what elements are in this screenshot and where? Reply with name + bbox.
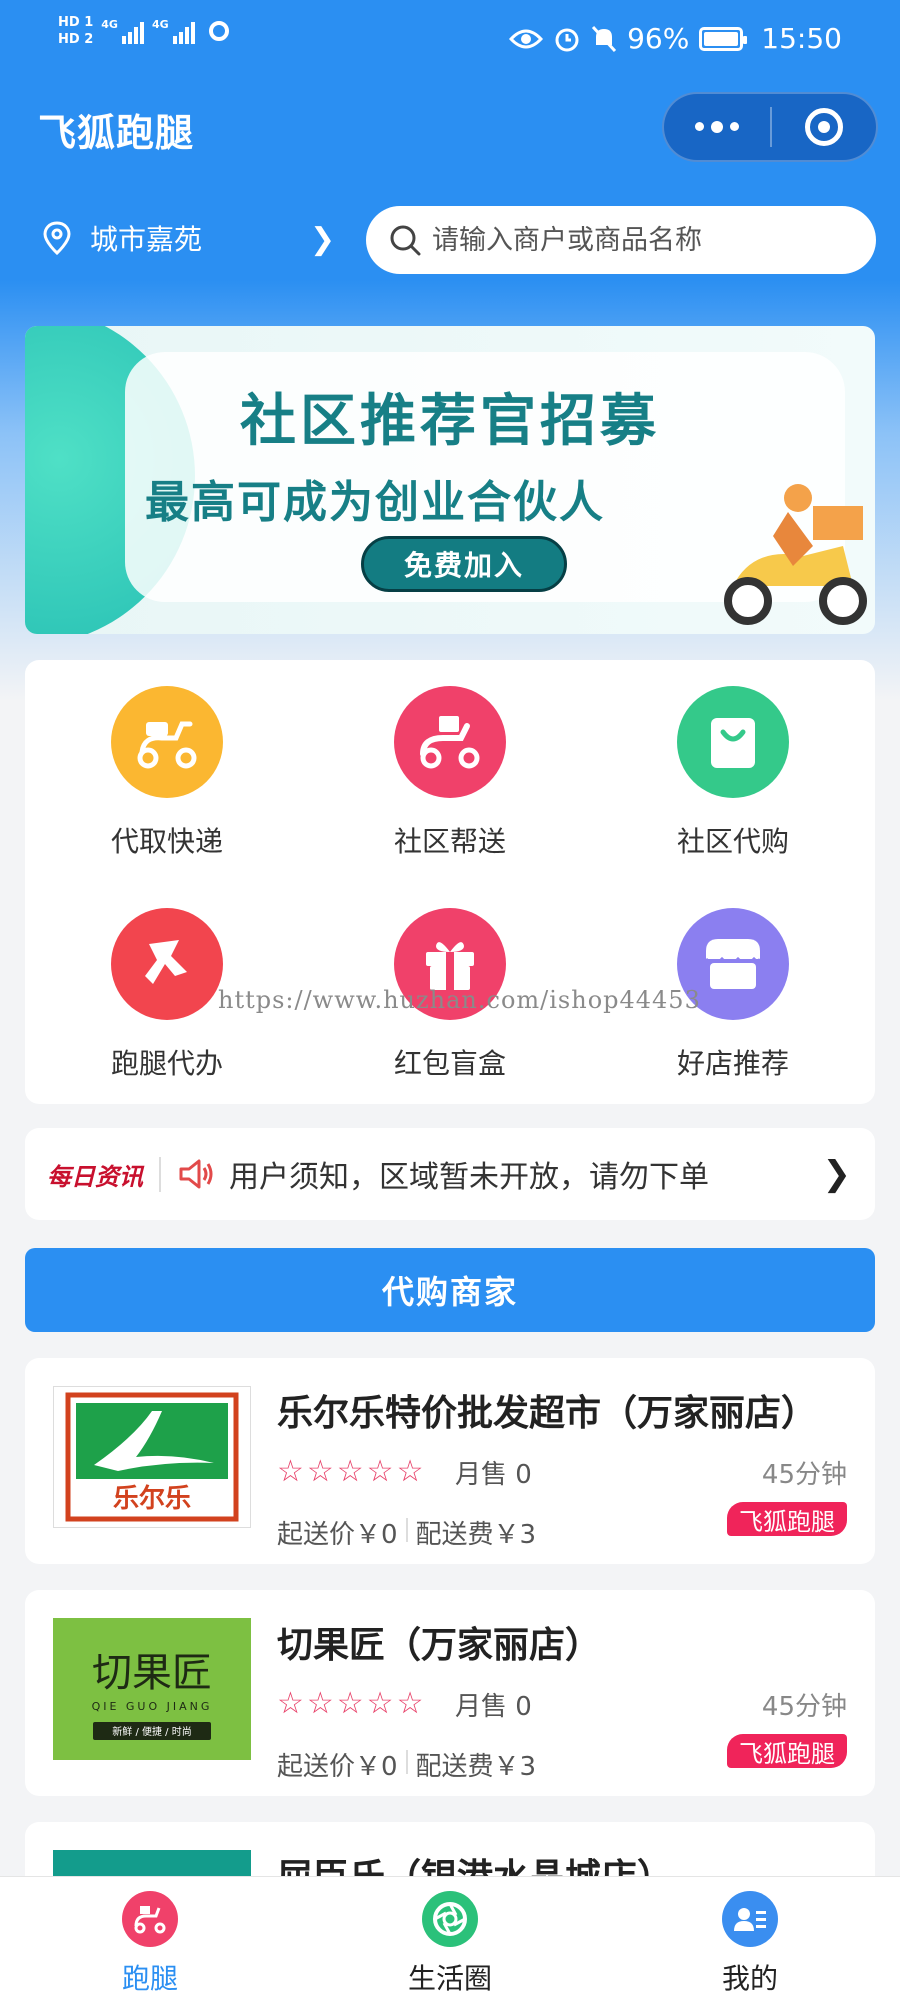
app-title: 飞狐跑腿 — [38, 111, 195, 155]
hd2-label: HD 2 — [58, 32, 94, 47]
delivery-time: 45分钟 — [761, 1460, 847, 1490]
merchant-logo: 乐尔乐 — [53, 1386, 251, 1528]
shopping-bag-icon — [677, 686, 789, 798]
divider — [405, 1518, 408, 1542]
tab-label: 生活圈 — [407, 1962, 492, 1995]
aperture-icon — [422, 1891, 478, 1947]
service-item-community-purchase[interactable]: 社区代购 — [591, 660, 875, 860]
status-bar: HD 1 HD 2 4G 4G 96% 15:50 — [0, 0, 900, 80]
service-item-errand[interactable]: 跑腿代办 — [25, 882, 309, 1082]
delivery-fee: 配送费￥3 — [415, 1752, 537, 1782]
watermark-text: https://www.huzhan.com/ishop44453 — [218, 986, 701, 1014]
service-item-express-pickup[interactable]: 代取快递 — [25, 660, 309, 860]
service-item-blind-box[interactable]: 红包盲盒 — [308, 882, 592, 1082]
tab-errand[interactable]: 跑腿 — [50, 1891, 250, 1997]
banner-title: 社区推荐官招募 — [240, 389, 660, 454]
delivery-time: 45分钟 — [761, 1692, 847, 1722]
merchant-logo: 切果匠 QIE GUO JIANG 新鲜 / 便捷 / 时尚 — [53, 1618, 251, 1760]
logo-subtitle: QIE GUO JIANG — [92, 1700, 213, 1713]
monthly-sales: 月售 0 — [455, 1460, 532, 1490]
data-saver-icon — [208, 21, 229, 41]
errand-tab-icon — [122, 1891, 178, 1947]
signal-icon-2: 4G — [152, 18, 195, 44]
banner-join-button[interactable]: 免费加入 — [361, 536, 567, 592]
tab-label: 我的 — [721, 1962, 778, 1995]
merchant-fees: 起送价￥0 配送费￥3 — [277, 1746, 536, 1783]
tab-label: 跑腿 — [121, 1962, 178, 1995]
miniprogram-capsule — [662, 92, 878, 162]
battery-icon — [699, 26, 748, 51]
star-rating-icon: ☆☆☆☆☆ — [277, 1454, 427, 1489]
close-miniprogram-icon[interactable] — [772, 108, 876, 146]
service-label: 社区代购 — [676, 825, 789, 858]
clock-time: 15:50 — [761, 22, 842, 55]
mute-bell-icon — [591, 25, 617, 52]
location-pin-icon — [43, 221, 71, 255]
scooter-icon — [111, 686, 223, 798]
star-rating-icon: ☆☆☆☆☆ — [277, 1686, 427, 1721]
merchant-card[interactable]: 乐尔乐 乐尔乐特价批发超市（万家丽店） ☆☆☆☆☆ 月售 0 45分钟 起送价￥… — [25, 1358, 875, 1564]
eye-icon — [509, 29, 544, 48]
location-selector[interactable]: 城市嘉苑 ❯ — [42, 218, 342, 258]
tab-profile[interactable]: 我的 — [650, 1891, 850, 1997]
profile-card-icon — [722, 1891, 778, 1947]
runner-icon — [111, 908, 223, 1020]
search-bar[interactable] — [366, 206, 876, 274]
service-label: 红包盲盒 — [393, 1047, 506, 1080]
more-icon[interactable] — [664, 120, 770, 133]
service-item-community-delivery[interactable]: 社区帮送 — [308, 660, 592, 860]
hd1-label: HD 1 — [58, 15, 94, 30]
logo-text: 切果匠 — [92, 1650, 212, 1696]
banner-subtitle: 最高可成为创业合伙人 — [145, 477, 605, 528]
min-order: 起送价￥0 — [277, 1520, 398, 1550]
min-order: 起送价￥0 — [277, 1752, 398, 1782]
merchant-name: 切果匠（万家丽店） — [277, 1625, 602, 1666]
delivery-fee: 配送费￥3 — [415, 1520, 537, 1550]
delivery-rider-illustration — [724, 484, 867, 625]
service-item-recommended-stores[interactable]: 好店推荐 — [591, 882, 875, 1082]
service-grid: 代取快递 社区帮送 社区代购 跑腿代办 红包盲盒 好店推荐 — [25, 660, 875, 1104]
search-icon — [390, 225, 421, 256]
service-label: 代取快递 — [110, 825, 223, 858]
service-label: 好店推荐 — [676, 1047, 789, 1080]
logo-tagline: 新鲜 / 便捷 / 时尚 — [112, 1725, 191, 1738]
battery-percent: 96% — [627, 22, 690, 55]
merchant-name: 乐尔乐特价批发超市（万家丽店） — [277, 1393, 818, 1434]
sim-indicators: HD 1 HD 2 — [58, 14, 93, 48]
news-ticker[interactable]: 每日资讯 用户须知，区域暂未开放，请勿下单 ❯ — [25, 1128, 875, 1220]
section-title-purchase-merchants[interactable]: 代购商家 — [25, 1248, 875, 1332]
net2-label: 4G — [151, 18, 169, 31]
net1-label: 4G — [101, 18, 118, 31]
service-label: 跑腿代办 — [110, 1047, 223, 1080]
platform-badge: 飞狐跑腿 — [727, 1502, 847, 1536]
alarm-icon — [555, 28, 579, 51]
news-tag: 每日资讯 — [47, 1156, 161, 1192]
news-text: 用户须知，区域暂未开放，请勿下单 — [229, 1160, 709, 1195]
location-name: 城市嘉苑 — [90, 223, 203, 256]
platform-badge: 飞狐跑腿 — [727, 1734, 847, 1768]
speaker-icon — [179, 1159, 213, 1189]
signal-icon: 4G — [101, 18, 144, 44]
chevron-right-icon: ❯ — [310, 222, 336, 257]
search-input[interactable] — [432, 224, 852, 256]
service-label: 社区帮送 — [393, 825, 506, 858]
merchant-fees: 起送价￥0 配送费￥3 — [277, 1514, 536, 1551]
logo-text: 乐尔乐 — [113, 1483, 191, 1514]
monthly-sales: 月售 0 — [455, 1692, 532, 1722]
tab-life-circle[interactable]: 生活圈 — [350, 1891, 550, 1997]
merchant-card[interactable]: 切果匠 QIE GUO JIANG 新鲜 / 便捷 / 时尚 切果匠（万家丽店）… — [25, 1590, 875, 1796]
chevron-right-icon[interactable]: ❯ — [823, 1154, 852, 1194]
bottom-tab-bar: 跑腿 生活圈 我的 — [0, 1876, 900, 2000]
divider — [405, 1750, 408, 1774]
delivery-scooter-icon — [394, 686, 506, 798]
promo-banner[interactable]: 社区推荐官招募 最高可成为创业合伙人 免费加入 — [25, 326, 875, 634]
